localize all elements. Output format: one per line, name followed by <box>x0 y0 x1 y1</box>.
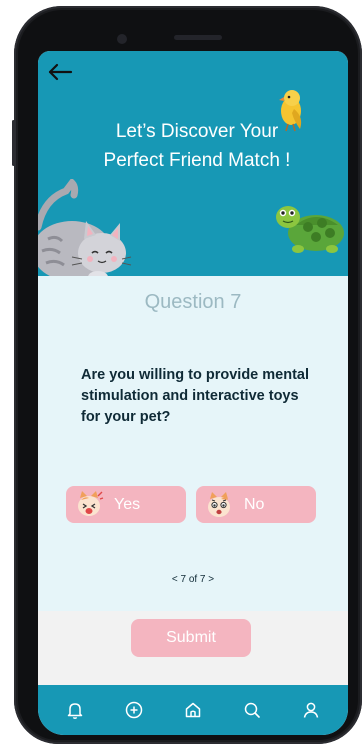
user-icon <box>303 702 318 718</box>
front-camera <box>117 34 127 44</box>
answer-no-button[interactable]: No <box>196 486 316 523</box>
tab-search[interactable] <box>239 697 265 723</box>
title-line-2: Perfect Friend Match ! <box>103 150 291 171</box>
question-text: Are you willing to provide mental stimul… <box>81 367 309 425</box>
tab-profile[interactable] <box>298 697 324 723</box>
plus-circle-icon <box>125 701 143 719</box>
app-screen: Let’s Discover Your Perfect Friend Match… <box>38 51 348 735</box>
cat-icon <box>38 179 132 283</box>
tab-add[interactable] <box>121 697 147 723</box>
bottom-tab-bar <box>38 685 348 735</box>
tab-notifications[interactable] <box>62 697 88 723</box>
bell-icon <box>68 703 83 719</box>
question-card <box>38 276 348 611</box>
turtle-icon <box>276 206 344 253</box>
tab-home[interactable] <box>180 697 206 723</box>
arrow-left-icon[interactable] <box>46 61 74 83</box>
side-button-power <box>12 120 15 166</box>
home-icon <box>185 702 201 718</box>
happy-cat-emoji-icon <box>78 490 104 516</box>
sad-cat-emoji-icon <box>208 491 230 517</box>
answer-no-label: No <box>244 495 265 513</box>
question-number: Question 7 <box>144 291 242 313</box>
earpiece-speaker <box>174 35 222 40</box>
search-icon <box>244 702 260 718</box>
pagination-indicator[interactable]: < 7 of 7 > <box>38 574 348 585</box>
bird-icon <box>279 90 302 132</box>
app-screenshot: Let’s Discover Your Perfect Friend Match… <box>0 0 362 747</box>
submit-button[interactable]: Submit <box>131 619 251 657</box>
answer-yes-label: Yes <box>114 495 141 513</box>
answer-yes-button[interactable]: Yes <box>66 486 186 523</box>
